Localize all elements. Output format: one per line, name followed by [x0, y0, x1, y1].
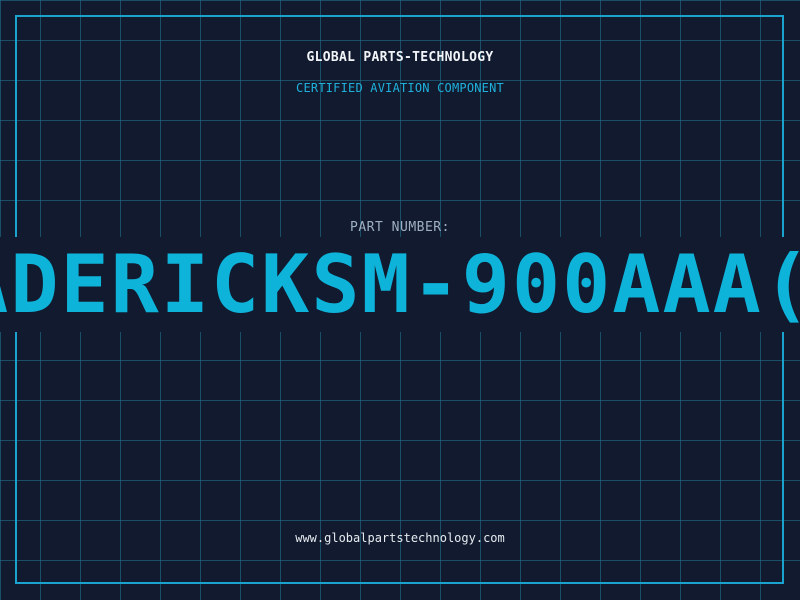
part-number-label: PART NUMBER:: [350, 220, 450, 235]
part-number-band: DADERICKSM-900AAA(9: [0, 237, 800, 332]
certification-subtitle: CERTIFIED AVIATION COMPONENT: [296, 81, 504, 95]
part-number-value: DADERICKSM-900AAA(9: [0, 238, 800, 331]
website-url: www.globalpartstechnology.com: [295, 531, 505, 545]
part-label-card: GLOBAL PARTS-TECHNOLOGY CERTIFIED AVIATI…: [0, 0, 800, 600]
brand-title: GLOBAL PARTS-TECHNOLOGY: [306, 50, 494, 65]
